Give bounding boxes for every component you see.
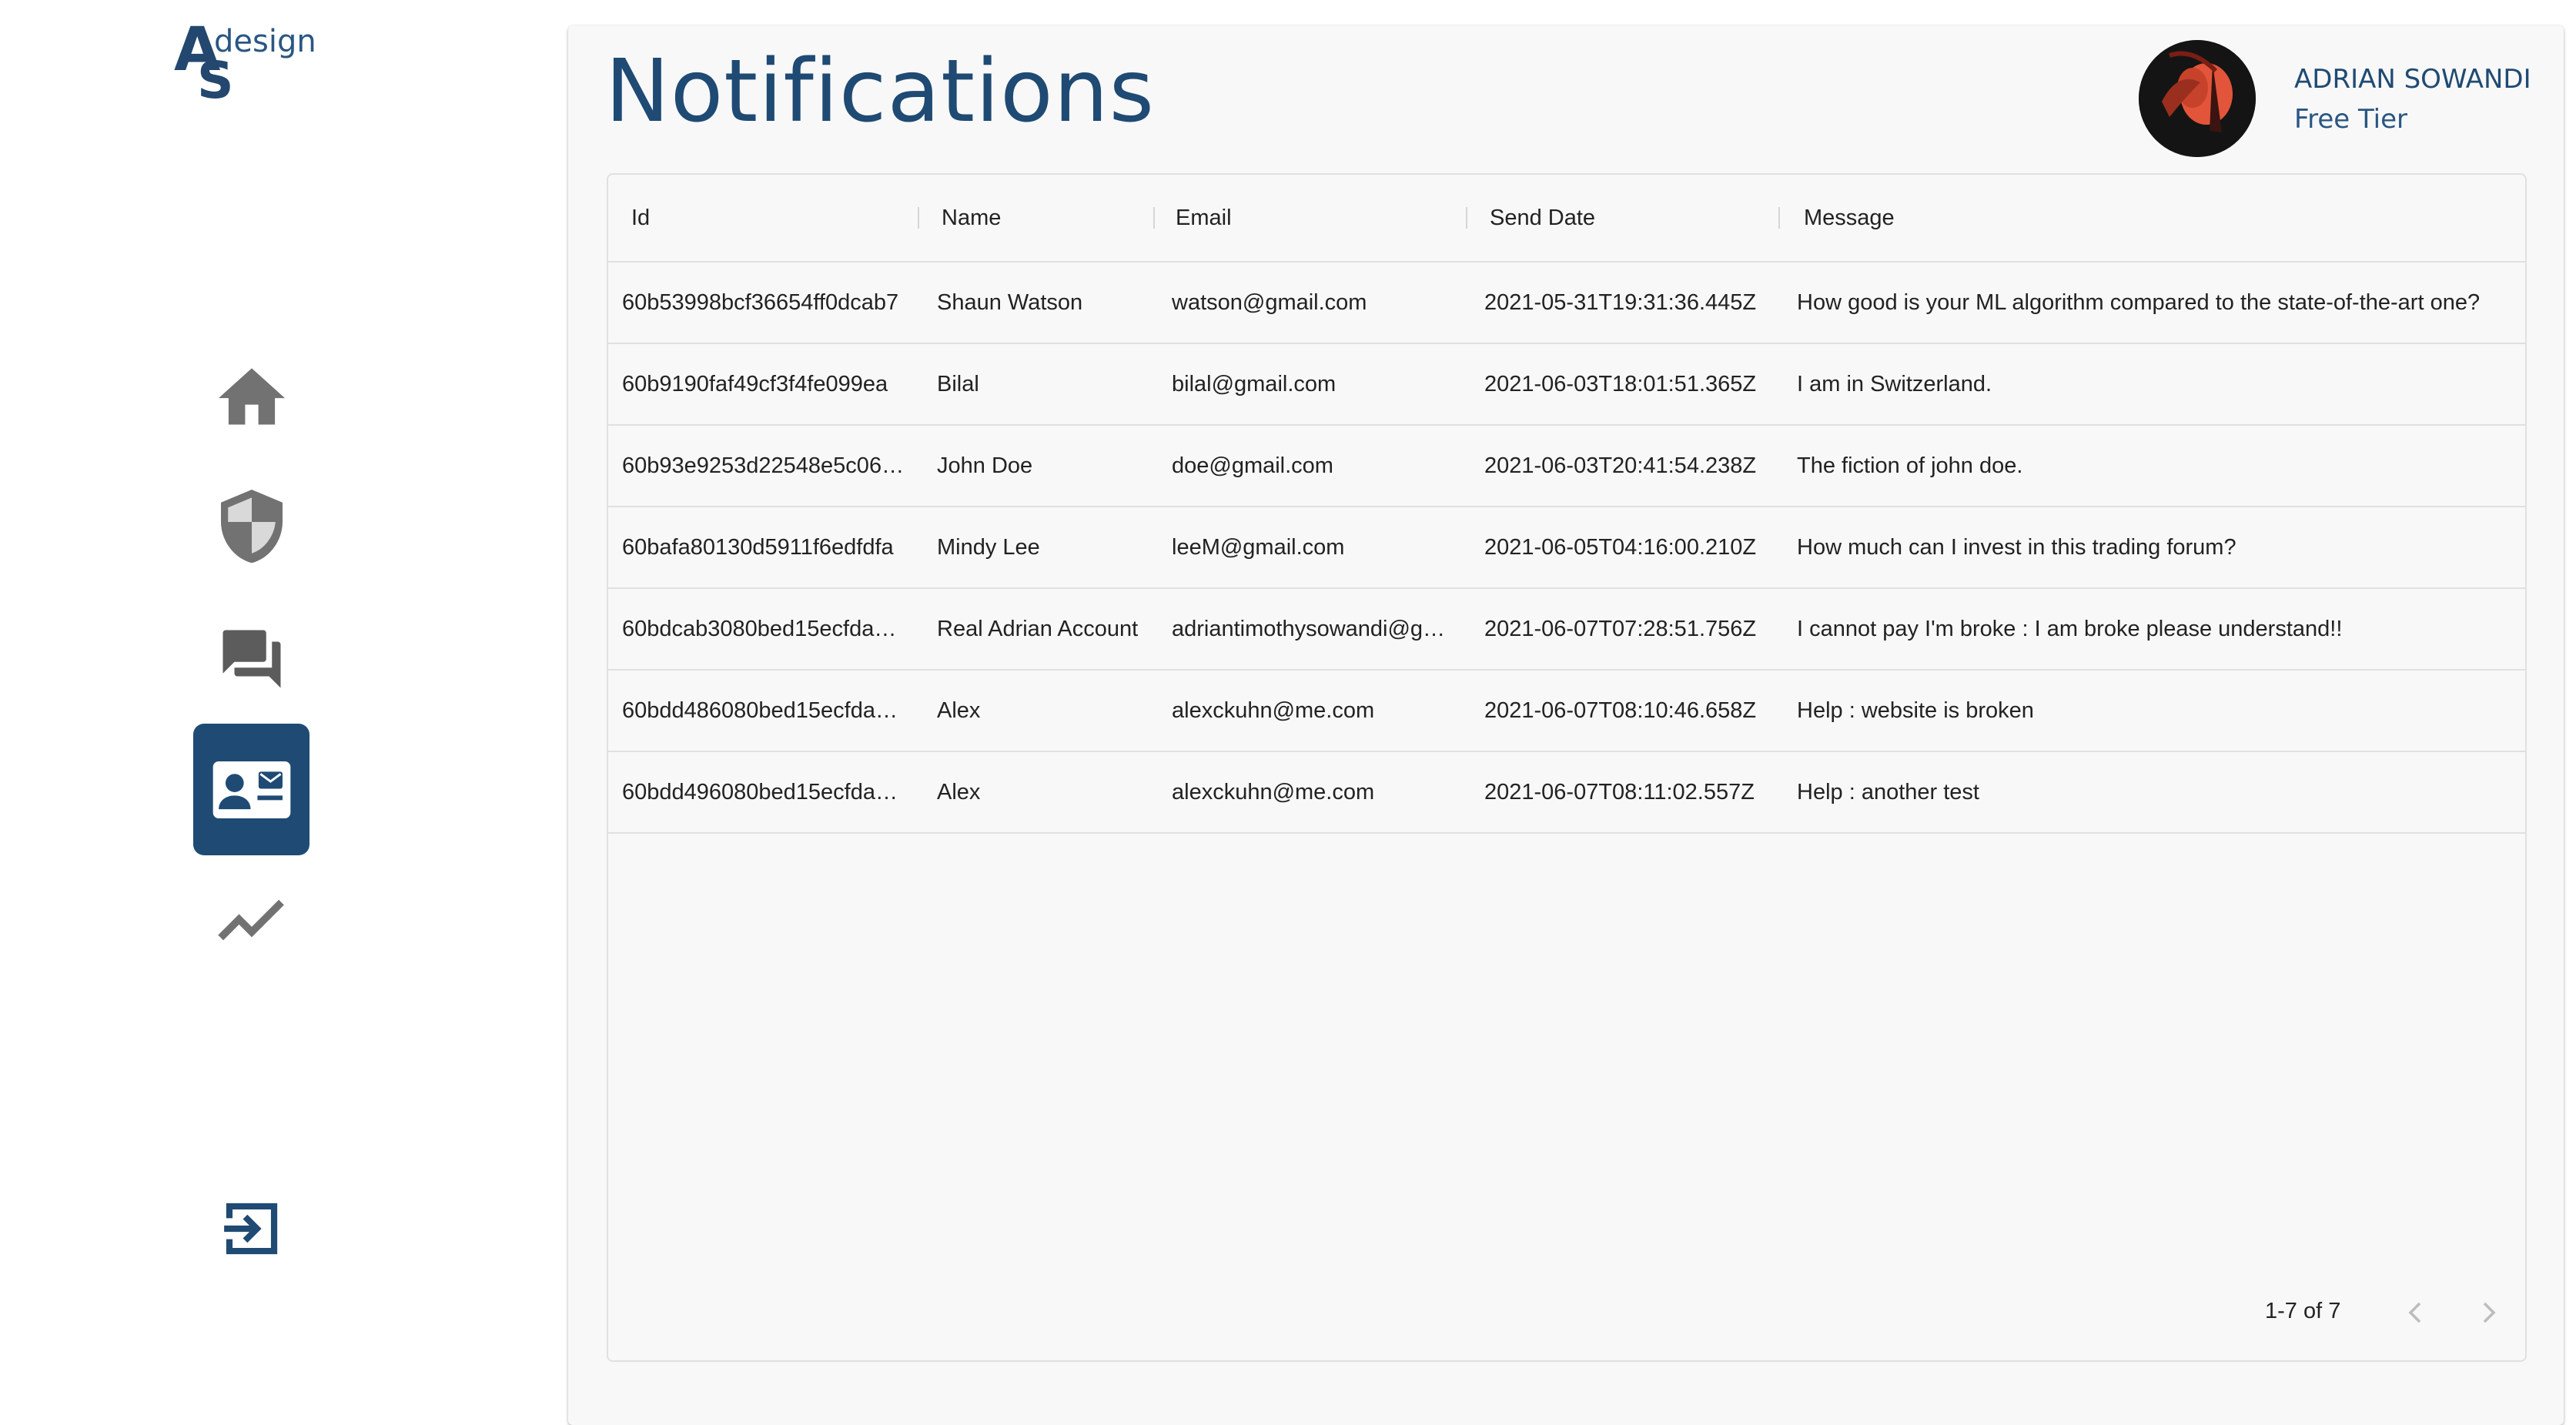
sidebar-item-home[interactable]	[193, 331, 309, 463]
sidebar-item-analytics[interactable]	[193, 855, 309, 986]
logout-button[interactable]	[193, 1162, 309, 1294]
chat-bubbles-icon	[222, 630, 280, 687]
shield-icon	[220, 489, 283, 563]
avatar[interactable]	[2139, 40, 2256, 157]
sidebar-item-forum[interactable]	[193, 593, 309, 724]
cell-send-date: 2021-06-03T18:01:51.365Z	[1484, 372, 1757, 396]
table-row[interactable]: 60bdd496080bed15ecfda… Alex alexckuhn@me…	[608, 752, 2525, 834]
cell-name: John Doe	[937, 453, 1033, 478]
column-header-name[interactable]: Name	[942, 175, 1001, 261]
cell-id: 60b93e9253d22548e5c06…	[622, 453, 905, 478]
avatar-image	[2139, 40, 2256, 157]
pagination-count: 1-7 of 7	[2265, 1299, 2341, 1323]
table-header: Id Name Email Send Date Message	[608, 175, 2525, 263]
cell-send-date: 2021-06-07T08:11:02.557Z	[1484, 780, 1755, 804]
cell-message: How good is your ML algorithm compared t…	[1797, 290, 2481, 315]
cell-email: alexckuhn@me.com	[1172, 780, 1375, 804]
notifications-table: Id Name Email Send Date Message 60b53998…	[607, 173, 2527, 1362]
cell-email: alexckuhn@me.com	[1172, 698, 1375, 723]
chevron-left-icon	[2408, 1302, 2421, 1323]
logo-letter-s: S	[197, 51, 234, 110]
cell-send-date: 2021-06-05T04:16:00.210Z	[1484, 535, 1757, 560]
cell-send-date: 2021-06-07T07:28:51.756Z	[1484, 617, 1757, 641]
table-row[interactable]: 60bafa80130d5911f6edfdfa Mindy Lee leeM@…	[608, 507, 2525, 589]
contact-card-icon	[212, 761, 290, 818]
table-row[interactable]: 60b53998bcf36654ff0dcab7 Shaun Watson wa…	[608, 263, 2525, 344]
column-header-message[interactable]: Message	[1804, 175, 1895, 261]
page-title: Notifications	[605, 42, 1155, 142]
sidebar-item-security[interactable]	[193, 462, 309, 594]
cell-message: I cannot pay I'm broke : I am broke plea…	[1797, 617, 2343, 641]
cell-name: Alex	[937, 698, 981, 723]
trending-up-icon	[217, 899, 284, 940]
column-header-id[interactable]: Id	[631, 175, 650, 261]
cell-email: doe@gmail.com	[1172, 453, 1333, 478]
table-row[interactable]: 60bdd486080bed15ecfda… Alex alexckuhn@me…	[608, 671, 2525, 752]
exit-icon	[223, 1203, 277, 1254]
sidebar-item-contact[interactable]	[193, 724, 309, 855]
cell-id: 60b53998bcf36654ff0dcab7	[622, 290, 899, 315]
table-row[interactable]: 60b93e9253d22548e5c06… John Doe doe@gmai…	[608, 426, 2525, 507]
cell-message: Help : another test	[1797, 780, 1979, 804]
cell-id: 60bdcab3080bed15ecfda…	[622, 617, 897, 641]
cell-email: leeM@gmail.com	[1172, 535, 1345, 560]
cell-name: Mindy Lee	[937, 535, 1040, 560]
column-header-send-date[interactable]: Send Date	[1490, 175, 1595, 261]
cell-id: 60bdd486080bed15ecfda…	[622, 698, 898, 723]
cell-message: Help : website is broken	[1797, 698, 2034, 723]
user-name[interactable]: ADRIAN SOWANDI	[2294, 64, 2531, 95]
cell-send-date: 2021-05-31T19:31:36.445Z	[1484, 290, 1757, 315]
previous-page-button[interactable]	[2394, 1293, 2434, 1333]
cell-email: bilal@gmail.com	[1172, 372, 1337, 396]
cell-id: 60b9190faf49cf3f4fe099ea	[622, 372, 888, 396]
home-icon	[218, 367, 285, 424]
column-header-email[interactable]: Email	[1176, 175, 1232, 261]
cell-id: 60bafa80130d5911f6edfdfa	[622, 535, 894, 560]
column-separator[interactable]	[1466, 207, 1467, 229]
table-row[interactable]: 60bdcab3080bed15ecfda… Real Adrian Accou…	[608, 589, 2525, 671]
cell-message: I am in Switzerland.	[1797, 372, 1992, 396]
cell-send-date: 2021-06-07T08:10:46.658Z	[1484, 698, 1757, 723]
cell-email: adriantimothysowandi@g…	[1172, 617, 1446, 641]
cell-name: Bilal	[937, 372, 979, 396]
cell-id: 60bdd496080bed15ecfda…	[622, 780, 898, 804]
cell-email: watson@gmail.com	[1172, 290, 1367, 315]
chevron-right-icon	[2483, 1302, 2496, 1323]
brand-logo[interactable]: A S design	[174, 20, 328, 112]
column-separator[interactable]	[1778, 207, 1780, 229]
cell-name: Real Adrian Account	[937, 617, 1139, 641]
user-tier: Free Tier	[2294, 104, 2408, 135]
next-page-button[interactable]	[2470, 1293, 2510, 1333]
column-separator[interactable]	[1153, 207, 1155, 229]
column-separator[interactable]	[918, 207, 919, 229]
cell-message: How much can I invest in this trading fo…	[1797, 535, 2236, 560]
logo-suffix: design	[214, 24, 316, 59]
cell-send-date: 2021-06-03T20:41:54.238Z	[1484, 453, 1757, 478]
cell-name: Alex	[937, 780, 981, 804]
cell-name: Shaun Watson	[937, 290, 1083, 315]
table-row[interactable]: 60b9190faf49cf3f4fe099ea Bilal bilal@gma…	[608, 344, 2525, 426]
cell-message: The fiction of john doe.	[1797, 453, 2023, 478]
